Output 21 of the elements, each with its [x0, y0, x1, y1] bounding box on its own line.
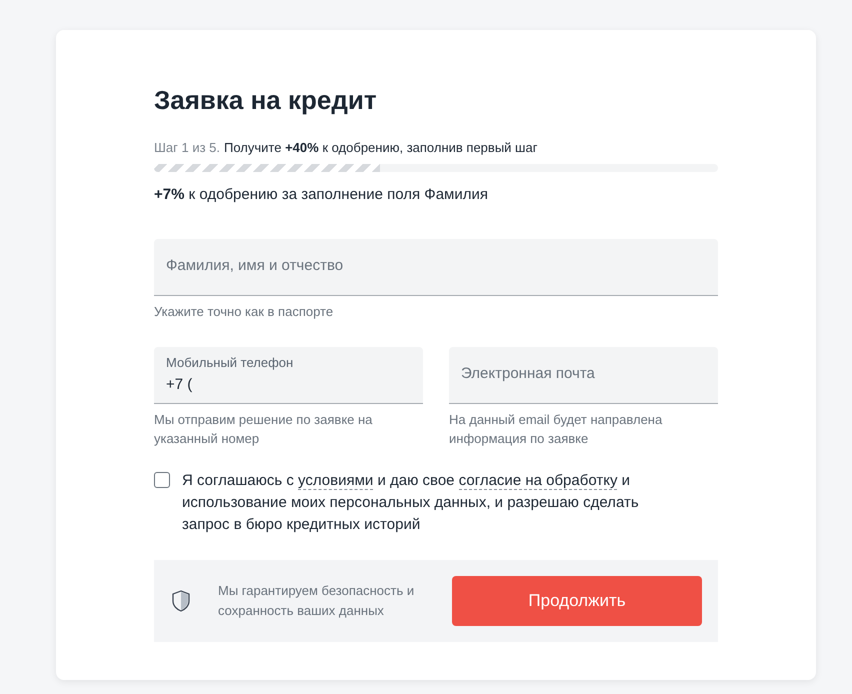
text-field[interactable]: Электронная почта	[449, 346, 718, 404]
text-field[interactable]: Фамилия, имя и отчество	[154, 238, 718, 296]
consent-text: Я соглашаюсь с условиями и даю свое согласие на обработку и использование моих персональных данных, и разрешаю сделать запрос в бюро кредитных историй	[182, 470, 640, 534]
consent-link[interactable]: условиями	[298, 472, 374, 490]
field-hint: На данный email будет направлена информация по заявке	[449, 410, 664, 448]
form-title: Заявка на кредит	[154, 84, 378, 117]
shield-icon	[172, 590, 190, 612]
step-counter: Шаг 1 из 5.	[154, 140, 220, 156]
field-hint: Укажите точно как в паспорте	[154, 302, 334, 320]
security-note: Мы гарантируем безопасность и сохранность ваших данных	[218, 582, 416, 620]
field-value: +7 (	[166, 374, 194, 394]
field-label: Электронная почта	[461, 364, 596, 384]
promo-text: Получите +40% к одобрению, заполнив первый шаг	[224, 140, 538, 156]
field-label: Фамилия, имя и отчество	[166, 256, 344, 276]
continue-button[interactable]: Продолжить	[452, 576, 702, 626]
consent-checkbox[interactable]	[154, 472, 170, 488]
field-label: Мобильный телефон	[166, 354, 294, 370]
consent-link[interactable]: согласие на обработку	[458, 472, 618, 490]
bonus-text: +7% к одобрению за заполнение поля Фамилия	[154, 185, 489, 205]
text-field[interactable]: Мобильный телефон +7 (	[154, 346, 423, 404]
field-hint: Мы отправим решение по заявке на указанный номер	[154, 410, 374, 448]
